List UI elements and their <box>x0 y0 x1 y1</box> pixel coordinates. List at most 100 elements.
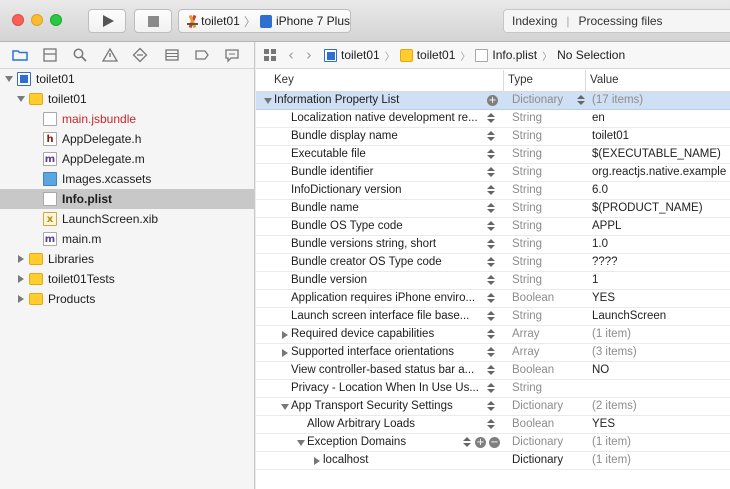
disclosure-open-icon[interactable] <box>264 97 272 105</box>
debug-icon[interactable] <box>164 47 180 63</box>
plist-key[interactable]: Bundle version <box>291 274 480 286</box>
key-stepper-icon[interactable] <box>487 112 495 125</box>
plist-value[interactable]: toilet01 <box>592 130 730 142</box>
plist-row[interactable]: Launch screen interface file base... Stri… <box>256 308 730 326</box>
plist-key[interactable]: Bundle versions string, short <box>291 238 480 250</box>
key-stepper-icon[interactable] <box>487 130 495 143</box>
hierarchy-icon[interactable] <box>42 47 58 63</box>
key-stepper-icon[interactable] <box>487 310 495 323</box>
key-stepper-icon[interactable] <box>487 202 495 215</box>
disclosure-open-icon[interactable] <box>297 439 305 447</box>
plist-value[interactable]: (3 items) <box>592 346 730 358</box>
navigator-item-file[interactable]: Info.plist <box>0 189 255 209</box>
plist-row[interactable]: Exception Domains − + Dictionary (1 item) <box>256 434 730 452</box>
disclosure-closed-icon[interactable] <box>313 457 321 465</box>
plist-row[interactable]: Bundle name String $(PRODUCT_NAME) <box>256 200 730 218</box>
plist-row[interactable]: Supported interface orientations Array (3 … <box>256 344 730 362</box>
zoom-window-button[interactable] <box>50 14 62 26</box>
disclosure-closed-icon[interactable] <box>281 349 289 357</box>
plist-row[interactable]: App Transport Security Settings Dictionar… <box>256 398 730 416</box>
plist-value[interactable]: NO <box>592 364 730 376</box>
plist-type[interactable]: Boolean <box>512 292 554 304</box>
plist-value[interactable]: APPL <box>592 220 730 232</box>
close-window-button[interactable] <box>12 14 24 26</box>
plist-key[interactable]: localhost <box>323 454 480 466</box>
plist-row[interactable]: Required device capabilities Array (1 item… <box>256 326 730 344</box>
breadcrumb-project[interactable]: toilet01 <box>324 48 380 62</box>
plist-type[interactable]: String <box>512 184 542 196</box>
plist-key[interactable]: InfoDictionary version <box>291 184 480 196</box>
breakpoint-icon[interactable] <box>194 47 210 63</box>
plist-value[interactable]: (1 item) <box>592 328 730 340</box>
plist-row[interactable]: Application requires iPhone enviro... Boo… <box>256 290 730 308</box>
breadcrumb-group[interactable]: toilet01 <box>399 48 455 62</box>
plist-row[interactable]: Bundle identifier String org.reactjs.nativ… <box>256 164 730 182</box>
plist-type[interactable]: String <box>512 220 542 232</box>
navigator-item-file[interactable]: m main.m <box>0 229 255 249</box>
key-stepper-icon[interactable] <box>487 346 495 359</box>
plist-value[interactable]: LaunchScreen <box>592 310 730 322</box>
plist-value[interactable]: (1 item) <box>592 454 730 466</box>
plist-type[interactable]: String <box>512 130 542 142</box>
disclosure-open-icon[interactable] <box>281 403 289 411</box>
plist-key[interactable]: Bundle creator OS Type code <box>291 256 480 268</box>
plist-row[interactable]: View controller-based status bar a... Boo… <box>256 362 730 380</box>
navigator-item-file[interactable]: h AppDelegate.h <box>0 129 255 149</box>
plist-row[interactable]: Bundle version String 1 <box>256 272 730 290</box>
scheme-selector[interactable]: toilet01 〉 iPhone 7 Plus <box>178 9 351 33</box>
plist-row[interactable]: InfoDictionary version String 6.0 <box>256 182 730 200</box>
folder-icon[interactable] <box>12 47 28 63</box>
plist-type[interactable]: String <box>512 202 542 214</box>
plist-type[interactable]: String <box>512 238 542 250</box>
plist-row[interactable]: Privacy - Location When In Use Us... Stri… <box>256 380 730 398</box>
plist-type[interactable]: String <box>512 148 542 160</box>
disclosure-closed-icon[interactable] <box>16 274 26 284</box>
plist-key[interactable]: Localization native development re... <box>291 112 480 124</box>
related-items-icon[interactable] <box>264 49 276 61</box>
plist-type[interactable]: Dictionary <box>512 94 563 106</box>
plist-key[interactable]: Bundle name <box>291 202 480 214</box>
plist-type[interactable]: Boolean <box>512 364 554 376</box>
search-icon[interactable] <box>72 47 88 63</box>
column-header-type[interactable]: Type <box>508 74 533 86</box>
column-header-value[interactable]: Value <box>590 74 619 86</box>
key-stepper-icon[interactable] <box>463 436 471 449</box>
navigator-item-group[interactable]: toilet01 <box>0 89 255 109</box>
plist-key[interactable]: Privacy - Location When In Use Us... <box>291 382 480 394</box>
minimize-window-button[interactable] <box>31 14 43 26</box>
navigator-item-group[interactable]: Libraries <box>0 249 255 269</box>
plist-row[interactable]: Bundle OS Type code String APPL <box>256 218 730 236</box>
type-stepper-icon[interactable] <box>577 94 585 107</box>
navigator-item-file[interactable]: Images.xcassets <box>0 169 255 189</box>
key-stepper-icon[interactable] <box>487 400 495 413</box>
report-icon[interactable] <box>224 47 240 63</box>
plist-key[interactable]: Information Property List <box>274 94 480 106</box>
plist-key[interactable]: Application requires iPhone enviro... <box>291 292 480 304</box>
back-arrow-icon[interactable]: ‹ <box>288 46 294 64</box>
forward-arrow-icon[interactable]: › <box>306 46 312 64</box>
column-divider[interactable] <box>503 70 504 92</box>
plist-key[interactable]: Required device capabilities <box>291 328 480 340</box>
key-stepper-icon[interactable] <box>487 274 495 287</box>
key-stepper-icon[interactable] <box>487 184 495 197</box>
plist-value[interactable]: en <box>592 112 730 124</box>
plist-type[interactable]: String <box>512 382 542 394</box>
disclosure-closed-icon[interactable] <box>16 254 26 264</box>
plist-value[interactable]: 1.0 <box>592 238 730 250</box>
plist-row[interactable]: localhost Dictionary (1 item) <box>256 452 730 470</box>
navigator-item-file[interactable]: x LaunchScreen.xib <box>0 209 255 229</box>
disclosure-open-icon[interactable] <box>16 94 26 104</box>
disclosure-closed-icon[interactable] <box>16 294 26 304</box>
plist-key[interactable]: Bundle display name <box>291 130 480 142</box>
key-stepper-icon[interactable] <box>487 238 495 251</box>
plist-type[interactable]: Dictionary <box>512 400 563 412</box>
plist-value[interactable]: (1 item) <box>592 436 730 448</box>
plist-type[interactable]: String <box>512 112 542 124</box>
plist-value[interactable]: $(PRODUCT_NAME) <box>592 202 730 214</box>
key-stepper-icon[interactable] <box>487 364 495 377</box>
plist-value[interactable]: $(EXECUTABLE_NAME) <box>592 148 730 160</box>
key-stepper-icon[interactable] <box>487 166 495 179</box>
plist-type[interactable]: Dictionary <box>512 454 563 466</box>
plist-type[interactable]: Array <box>512 328 539 340</box>
disclosure-closed-icon[interactable] <box>281 331 289 339</box>
